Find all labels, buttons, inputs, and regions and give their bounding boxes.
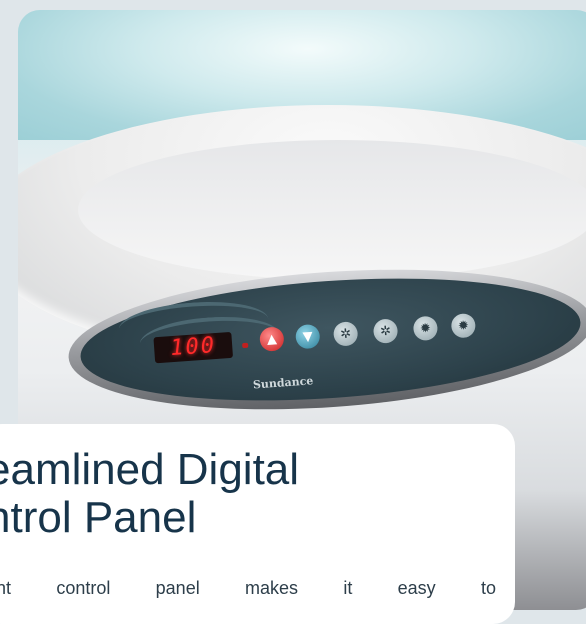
temperature-display: 100 xyxy=(153,331,234,364)
feature-description: ent control panel makes it easy to xyxy=(0,578,496,598)
temp-up-icon: ▲ xyxy=(259,326,285,352)
jets-1-icon: ✲ xyxy=(332,321,359,347)
feature-title-line-1: eamlined Digital xyxy=(0,445,300,494)
spa-rim-inner xyxy=(78,140,586,280)
brand-logo: Sundance xyxy=(252,374,314,392)
jets-2-icon: ✲ xyxy=(372,318,399,344)
temp-down-icon: ▼ xyxy=(294,323,321,350)
feature-title: eamlined Digital ntrol Panel xyxy=(0,446,299,542)
indicator-light xyxy=(242,342,249,349)
light-icon: ✹ xyxy=(412,315,439,342)
feature-title-line-2: ntrol Panel xyxy=(0,493,197,542)
light-mode-icon: ✹ xyxy=(450,312,477,339)
